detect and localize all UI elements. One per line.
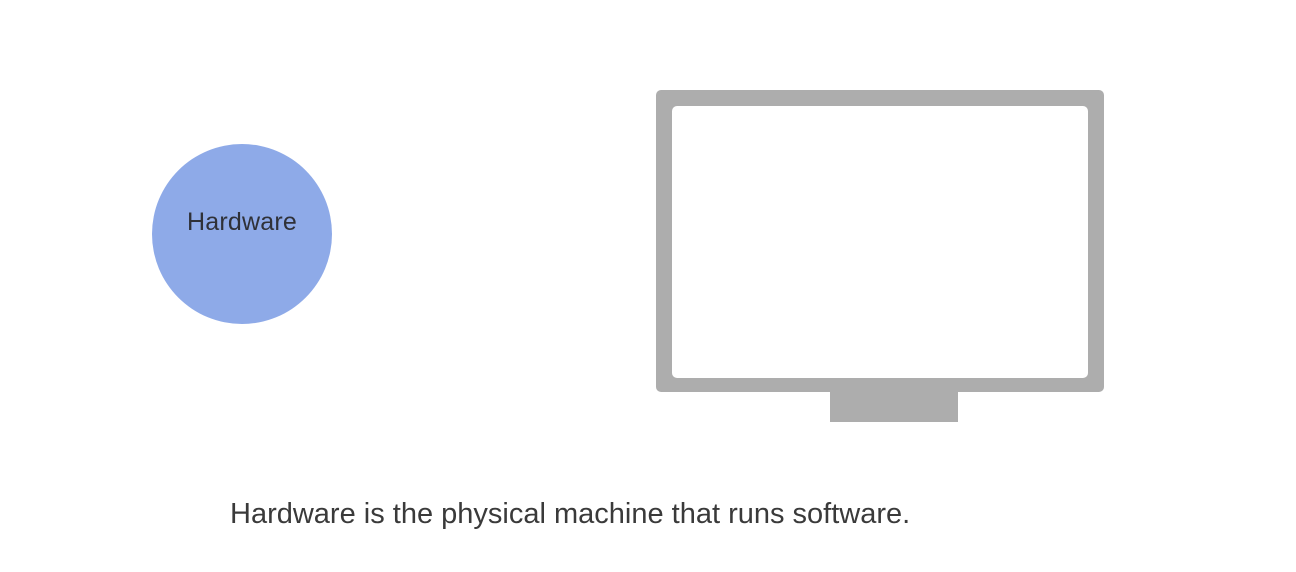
computer-monitor-icon [656, 90, 1104, 422]
caption-text: Hardware is the physical machine that ru… [230, 498, 911, 530]
diagram-canvas: Hardware Hardware is the physical machin… [0, 0, 1296, 572]
monitor-screen [672, 106, 1088, 378]
monitor-frame [656, 90, 1104, 392]
hardware-bubble-label: Hardware [187, 208, 297, 236]
monitor-stand [830, 392, 958, 422]
hardware-bubble: Hardware [152, 144, 332, 324]
